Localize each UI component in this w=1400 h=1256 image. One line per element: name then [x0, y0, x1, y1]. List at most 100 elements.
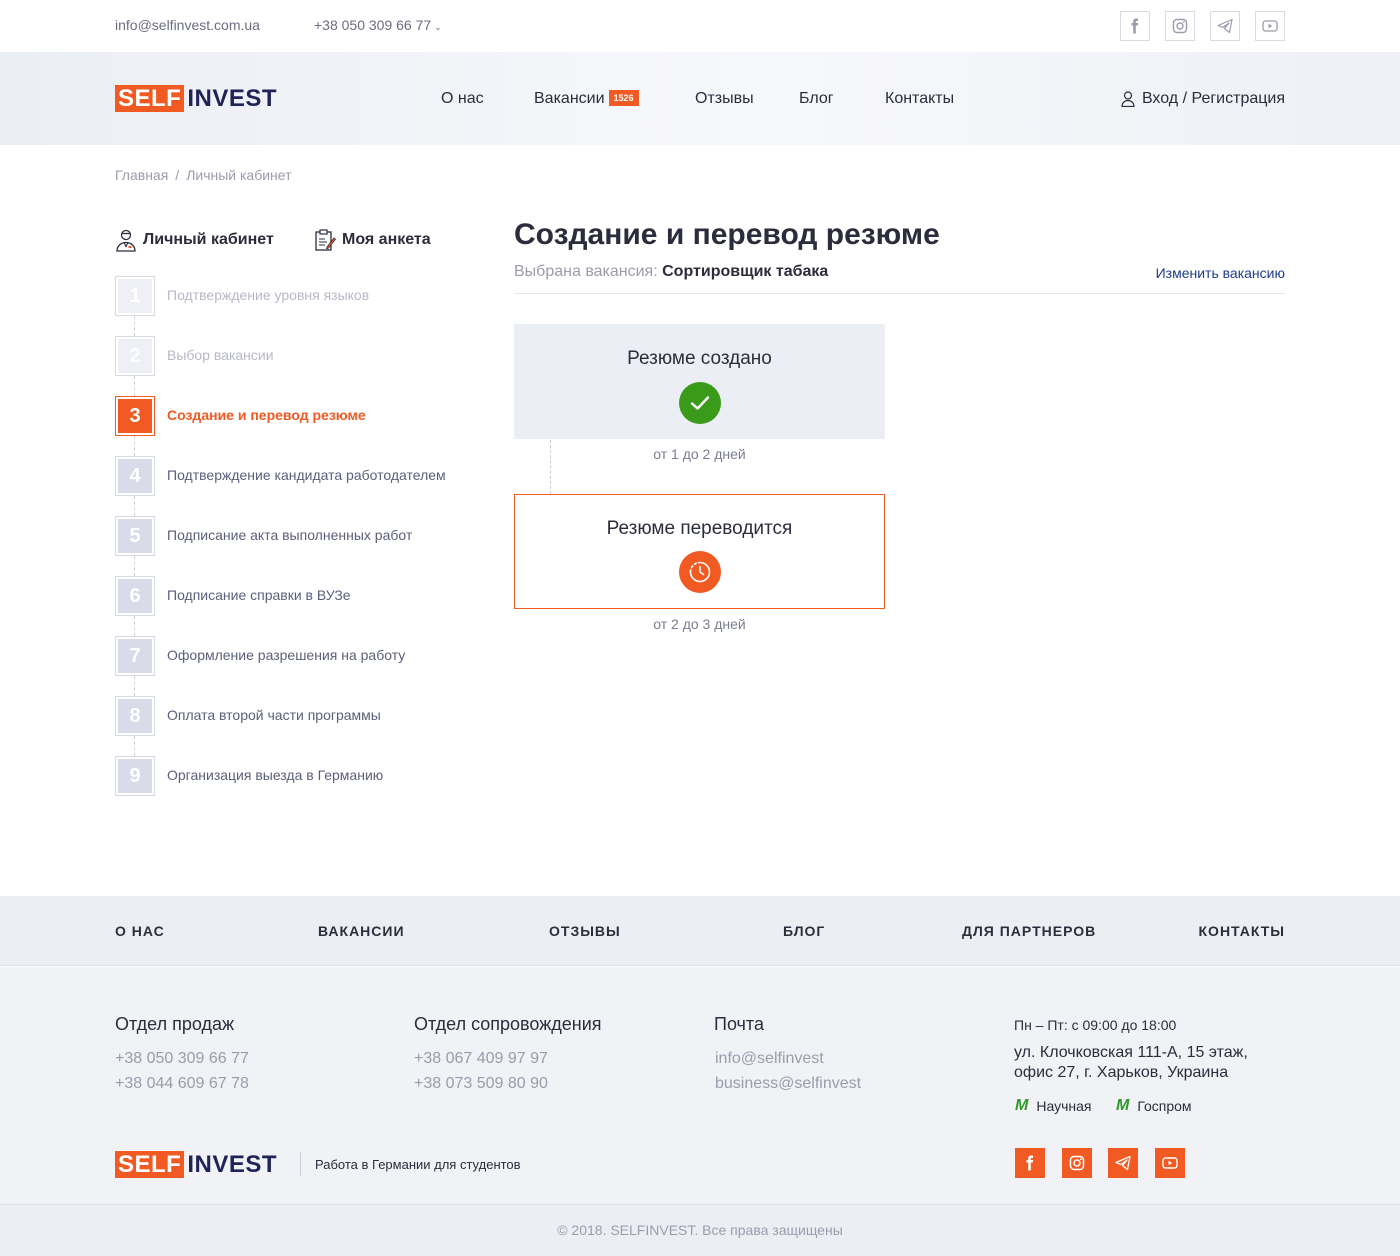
stage-duration: от 2 до 3 дней — [653, 616, 746, 632]
nav-vacancies[interactable]: Вакансии 1526 — [534, 89, 639, 108]
footer-logo[interactable]: SELF INVEST — [115, 1151, 277, 1178]
stage-card-resume-created: Резюме создано — [514, 324, 885, 439]
step-item[interactable]: 2 Выбор вакансии — [115, 336, 575, 376]
divider — [300, 1152, 301, 1176]
office-address: ул. Клочковская 111-А, 15 этаж, офис 27,… — [1014, 1043, 1248, 1083]
step-connector — [134, 556, 135, 576]
tab-personal-cabinet[interactable]: Личный кабинет — [115, 228, 274, 252]
nav-about[interactable]: О нас — [441, 90, 484, 108]
step-item[interactable]: 6 Подписание справки в ВУЗе — [115, 576, 575, 616]
step-label: Подтверждение уровня языков — [167, 287, 370, 303]
stage-connector — [550, 440, 551, 494]
support-phone[interactable]: +38 067 409 97 97 — [414, 1050, 548, 1068]
step-item[interactable]: 1 Подтверждение уровня языков — [115, 276, 575, 316]
step-label: Оформление разрешения на работу — [167, 647, 406, 663]
metro-station: M Научная — [1015, 1097, 1091, 1115]
breadcrumb-current: Личный кабинет — [186, 167, 292, 183]
step-label: Оплата второй части программы — [167, 707, 381, 723]
login-register-link[interactable]: Вход / Регистрация — [1121, 90, 1285, 108]
step-label: Организация выезда в Германию — [167, 767, 384, 783]
top-bar: info@selfinvest.com.ua +38 050 309 66 77… — [0, 0, 1400, 52]
stage-title: Резюме переводится — [606, 518, 793, 539]
mail-link[interactable]: business@selfinvest — [715, 1075, 861, 1093]
mail-title: Почта — [714, 1014, 764, 1034]
step-item[interactable]: 9 Организация выезда в Германию — [115, 756, 575, 796]
nav-blog[interactable]: Блог — [799, 90, 834, 108]
nav-contacts[interactable]: Контакты — [885, 90, 954, 108]
tab-my-profile[interactable]: Моя анкета — [314, 228, 431, 252]
sales-title: Отдел продаж — [115, 1014, 234, 1034]
contact-phone-dropdown[interactable]: +38 050 309 66 77 ⌄ — [314, 17, 442, 33]
footer-nav-blog[interactable]: БЛОГ — [783, 923, 825, 939]
instagram-icon[interactable] — [1062, 1148, 1092, 1178]
footer-tagline: Работа в Германии для студентов — [315, 1157, 521, 1172]
tab-my-profile-label: Моя анкета — [342, 231, 431, 248]
main-header: SELF INVEST О нас Вакансии 1526 Отзывы Бло… — [0, 52, 1400, 145]
footer: Отдел продаж +38 050 309 66 77 +38 044 6… — [0, 967, 1400, 1204]
logo-self: SELF — [115, 1151, 185, 1178]
footer-nav-about[interactable]: О НАС — [115, 923, 165, 939]
instagram-icon[interactable] — [1165, 11, 1195, 41]
breadcrumb-home[interactable]: Главная — [115, 167, 168, 183]
step-number: 6 — [118, 579, 152, 613]
youtube-icon[interactable] — [1255, 11, 1285, 41]
tab-personal-cabinet-label: Личный кабинет — [143, 231, 274, 248]
youtube-icon[interactable] — [1155, 1148, 1185, 1178]
divider — [514, 293, 1285, 294]
clipboard-icon — [315, 229, 336, 251]
check-icon — [678, 382, 721, 424]
mail-link[interactable]: info@selfinvest — [715, 1050, 824, 1068]
footer-nav-contacts[interactable]: КОНТАКТЫ — [1199, 923, 1285, 939]
facebook-icon[interactable] — [1015, 1148, 1045, 1178]
metro-icon: M — [1116, 1097, 1130, 1114]
breadcrumb: Главная / Личный кабинет — [115, 167, 292, 183]
logo-self: SELF — [115, 85, 185, 112]
step-number-box: 9 — [115, 756, 155, 796]
step-number-box: 4 — [115, 456, 155, 496]
address-line: ул. Клочковская 111-А, 15 этаж, — [1014, 1044, 1248, 1061]
user-icon — [116, 229, 136, 252]
nav-reviews[interactable]: Отзывы — [695, 90, 754, 108]
metro-icon: M — [1015, 1097, 1029, 1114]
step-item[interactable]: 3 Создание и перевод резюме — [115, 396, 575, 436]
clock-icon — [678, 551, 721, 593]
footer-nav-reviews[interactable]: ОТЗЫВЫ — [549, 923, 621, 939]
support-title: Отдел сопровождения — [414, 1014, 602, 1034]
step-label: Подписание справки в ВУЗе — [167, 587, 351, 603]
chevron-down-icon: ⌄ — [434, 22, 442, 32]
step-item[interactable]: 4 Подтверждение кандидата работодателем — [115, 456, 575, 496]
step-item[interactable]: 8 Оплата второй части программы — [115, 696, 575, 736]
contact-phone-text: +38 050 309 66 77 — [314, 17, 432, 33]
step-connector — [134, 316, 135, 336]
step-number: 5 — [118, 519, 152, 553]
sales-phone[interactable]: +38 050 309 66 77 — [115, 1050, 249, 1068]
step-label: Подписание акта выполненных работ — [167, 527, 413, 543]
selected-vacancy: Выбрана вакансия: Сортировщик табака — [514, 263, 828, 281]
step-number: 3 — [118, 399, 152, 433]
breadcrumb-separator: / — [175, 167, 180, 183]
change-vacancy-link[interactable]: Изменить вакансию — [1156, 265, 1285, 281]
login-register-text: Вход / Регистрация — [1141, 90, 1285, 107]
contact-email-link[interactable]: info@selfinvest.com.ua — [115, 17, 260, 33]
site-logo[interactable]: SELF INVEST — [115, 85, 277, 112]
step-item[interactable]: 7 Оформление разрешения на работу — [115, 636, 575, 676]
step-number-box: 6 — [115, 576, 155, 616]
footer-nav-partners[interactable]: ДЛЯ ПАРТНЕРОВ — [962, 923, 1096, 939]
step-number: 4 — [118, 459, 152, 493]
sales-phone[interactable]: +38 044 609 67 78 — [115, 1075, 249, 1093]
metro-station-name: Научная — [1036, 1098, 1092, 1114]
step-number: 9 — [118, 759, 152, 793]
telegram-icon[interactable] — [1108, 1148, 1138, 1178]
logo-invest: INVEST — [187, 85, 278, 112]
telegram-icon[interactable] — [1210, 11, 1240, 41]
working-hours: Пн – Пт: с 09:00 до 18:00 — [1014, 1017, 1177, 1033]
facebook-icon[interactable] — [1120, 11, 1150, 41]
step-item[interactable]: 5 Подписание акта выполненных работ — [115, 516, 575, 556]
logo-invest: INVEST — [187, 1151, 278, 1178]
page-title: Создание и перевод резюме — [514, 218, 940, 251]
address-line: офис 27, г. Харьков, Украина — [1014, 1064, 1229, 1081]
stage-duration: от 1 до 2 дней — [653, 446, 746, 462]
step-connector — [134, 496, 135, 516]
support-phone[interactable]: +38 073 509 80 90 — [414, 1075, 548, 1093]
footer-nav-vacancies[interactable]: ВАКАНСИИ — [318, 923, 405, 939]
